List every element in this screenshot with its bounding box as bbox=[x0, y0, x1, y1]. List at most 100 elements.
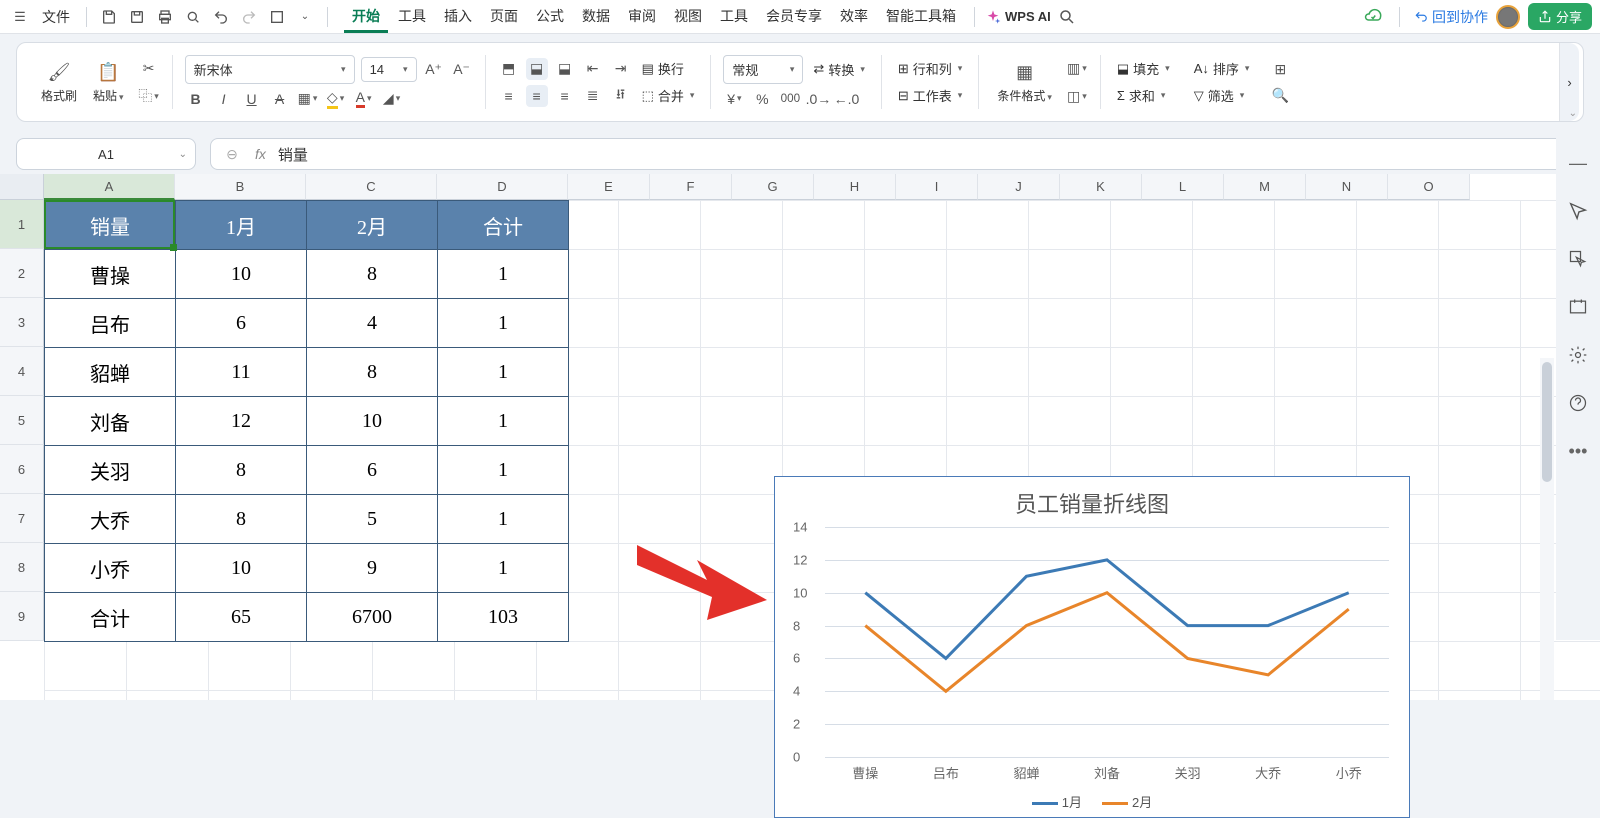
col-head-K[interactable]: K bbox=[1060, 174, 1142, 200]
table-header[interactable]: 合计 bbox=[438, 201, 569, 250]
table-header[interactable]: 2月 bbox=[307, 201, 438, 250]
percent-icon[interactable]: % bbox=[751, 88, 773, 110]
cell[interactable]: 大乔 bbox=[45, 495, 176, 544]
border-icon[interactable]: ▦▾ bbox=[297, 88, 319, 110]
ribbon-collapse-icon[interactable]: ⌄ bbox=[1569, 108, 1577, 119]
increase-font-icon[interactable]: A⁺ bbox=[423, 58, 445, 80]
col-head-D[interactable]: D bbox=[437, 174, 568, 200]
col-head-G[interactable]: G bbox=[732, 174, 814, 200]
tab-公式[interactable]: 公式 bbox=[528, 0, 572, 33]
col-head-B[interactable]: B bbox=[175, 174, 306, 200]
cell[interactable]: 1 bbox=[438, 250, 569, 299]
col-head-A[interactable]: A bbox=[44, 174, 175, 200]
cell[interactable]: 吕布 bbox=[45, 299, 176, 348]
strike-icon[interactable]: A bbox=[269, 88, 291, 110]
cell[interactable]: 1 bbox=[438, 348, 569, 397]
row-head-1[interactable]: 1 bbox=[0, 200, 44, 249]
cell[interactable]: 10 bbox=[176, 544, 307, 593]
col-head-E[interactable]: E bbox=[568, 174, 650, 200]
find-icon[interactable]: 🔍 bbox=[1269, 84, 1291, 106]
row-head-3[interactable]: 3 bbox=[0, 298, 44, 347]
row-head-7[interactable]: 7 bbox=[0, 494, 44, 543]
comma-icon[interactable]: 000 bbox=[779, 88, 801, 110]
justify-icon[interactable]: ≣ bbox=[582, 85, 604, 107]
back-to-collab[interactable]: 回到协作 bbox=[1414, 7, 1488, 27]
cell[interactable]: 合计 bbox=[45, 593, 176, 642]
convert-button[interactable]: ⇄ 转换▾ bbox=[809, 58, 868, 81]
select-all-corner[interactable] bbox=[0, 174, 44, 200]
tab-审阅[interactable]: 审阅 bbox=[620, 0, 664, 33]
toolbar-dropdown-icon[interactable] bbox=[265, 5, 289, 29]
font-size-select[interactable]: 14▾ bbox=[361, 57, 417, 82]
search-icon[interactable] bbox=[1055, 5, 1079, 29]
cell[interactable]: 103 bbox=[438, 593, 569, 642]
increase-indent-icon[interactable]: ⇥ bbox=[610, 58, 632, 80]
cell[interactable]: 小乔 bbox=[45, 544, 176, 593]
highlight-icon[interactable]: ◢▾ bbox=[381, 88, 403, 110]
embedded-chart[interactable]: 员工销量折线图 02468101214 曹操吕布貂蝉刘备关羽大乔小乔 1月2月 bbox=[774, 476, 1410, 818]
col-head-J[interactable]: J bbox=[978, 174, 1060, 200]
tab-视图[interactable]: 视图 bbox=[666, 0, 710, 33]
user-avatar[interactable] bbox=[1496, 5, 1520, 29]
filter-button[interactable]: ▽ 筛选▾ bbox=[1190, 84, 1254, 107]
rail-cursor-icon[interactable] bbox=[1565, 198, 1591, 224]
bold-icon[interactable]: B bbox=[185, 88, 207, 110]
row-col-button[interactable]: ⊞ 行和列▾ bbox=[894, 57, 966, 80]
rail-more-icon[interactable]: ••• bbox=[1565, 438, 1591, 464]
cell[interactable]: 11 bbox=[176, 348, 307, 397]
col-head-F[interactable]: F bbox=[650, 174, 732, 200]
decrease-indent-icon[interactable]: ⇤ bbox=[582, 58, 604, 80]
cell-style-icon[interactable]: ◫▾ bbox=[1066, 85, 1088, 107]
cell[interactable]: 关羽 bbox=[45, 446, 176, 495]
cell[interactable]: 8 bbox=[307, 348, 438, 397]
tab-开始[interactable]: 开始 bbox=[344, 0, 388, 33]
col-head-I[interactable]: I bbox=[896, 174, 978, 200]
align-top-icon[interactable]: ⬒ bbox=[498, 58, 520, 80]
cell[interactable]: 曹操 bbox=[45, 250, 176, 299]
cell[interactable]: 1 bbox=[438, 397, 569, 446]
toolbar-more-icon[interactable]: ⌄ bbox=[293, 5, 317, 29]
increase-decimal-icon[interactable]: .0→ bbox=[807, 88, 829, 110]
sort-button[interactable]: A↓ 排序▾ bbox=[1190, 57, 1254, 80]
sum-button[interactable]: Σ 求和▾ bbox=[1113, 84, 1174, 107]
cancel-formula-icon[interactable]: ⊖ bbox=[221, 143, 243, 165]
fill-color-icon[interactable]: ◇▾ bbox=[325, 88, 347, 110]
tab-效率[interactable]: 效率 bbox=[832, 0, 876, 33]
decrease-font-icon[interactable]: A⁻ bbox=[451, 58, 473, 80]
number-format-select[interactable]: 常规▾ bbox=[723, 55, 803, 84]
merge-button[interactable]: ⬚ 合并▾ bbox=[638, 84, 699, 107]
tab-数据[interactable]: 数据 bbox=[574, 0, 618, 33]
col-head-N[interactable]: N bbox=[1306, 174, 1388, 200]
tab-工具[interactable]: 工具 bbox=[712, 0, 756, 33]
col-head-M[interactable]: M bbox=[1224, 174, 1306, 200]
cell[interactable]: 1 bbox=[438, 446, 569, 495]
col-head-C[interactable]: C bbox=[306, 174, 437, 200]
saveas-icon[interactable] bbox=[125, 5, 149, 29]
cell[interactable]: 4 bbox=[307, 299, 438, 348]
table-header[interactable]: 1月 bbox=[176, 201, 307, 250]
tab-插入[interactable]: 插入 bbox=[436, 0, 480, 33]
row-head-2[interactable]: 2 bbox=[0, 249, 44, 298]
col-head-L[interactable]: L bbox=[1142, 174, 1224, 200]
vertical-scrollbar[interactable] bbox=[1540, 358, 1554, 700]
cell[interactable]: 5 bbox=[307, 495, 438, 544]
rail-help-icon[interactable] bbox=[1565, 390, 1591, 416]
table-header[interactable]: 销量 bbox=[45, 201, 176, 250]
align-bottom-icon[interactable]: ⬓ bbox=[554, 58, 576, 80]
hamburger-icon[interactable]: ☰ bbox=[8, 5, 32, 29]
wrap-text-button[interactable]: ▤ 换行 bbox=[638, 57, 688, 80]
rail-select-icon[interactable] bbox=[1565, 246, 1591, 272]
rail-settings-icon[interactable] bbox=[1565, 342, 1591, 368]
rail-screenshot-icon[interactable] bbox=[1565, 294, 1591, 320]
paste-button[interactable]: 📋粘贴▾ bbox=[87, 59, 130, 106]
worksheet-button[interactable]: ⊟ 工作表▾ bbox=[894, 84, 966, 107]
tab-工具[interactable]: 工具 bbox=[390, 0, 434, 33]
cell[interactable]: 10 bbox=[307, 397, 438, 446]
rail-collapse-icon[interactable]: — bbox=[1565, 150, 1591, 176]
share-button[interactable]: 分享 bbox=[1528, 3, 1592, 30]
cell[interactable]: 65 bbox=[176, 593, 307, 642]
align-right-icon[interactable]: ≡ bbox=[554, 85, 576, 107]
print-preview-icon[interactable] bbox=[181, 5, 205, 29]
align-middle-icon[interactable]: ⬓ bbox=[526, 58, 548, 80]
orientation-icon[interactable]: ⭿ bbox=[610, 85, 632, 107]
